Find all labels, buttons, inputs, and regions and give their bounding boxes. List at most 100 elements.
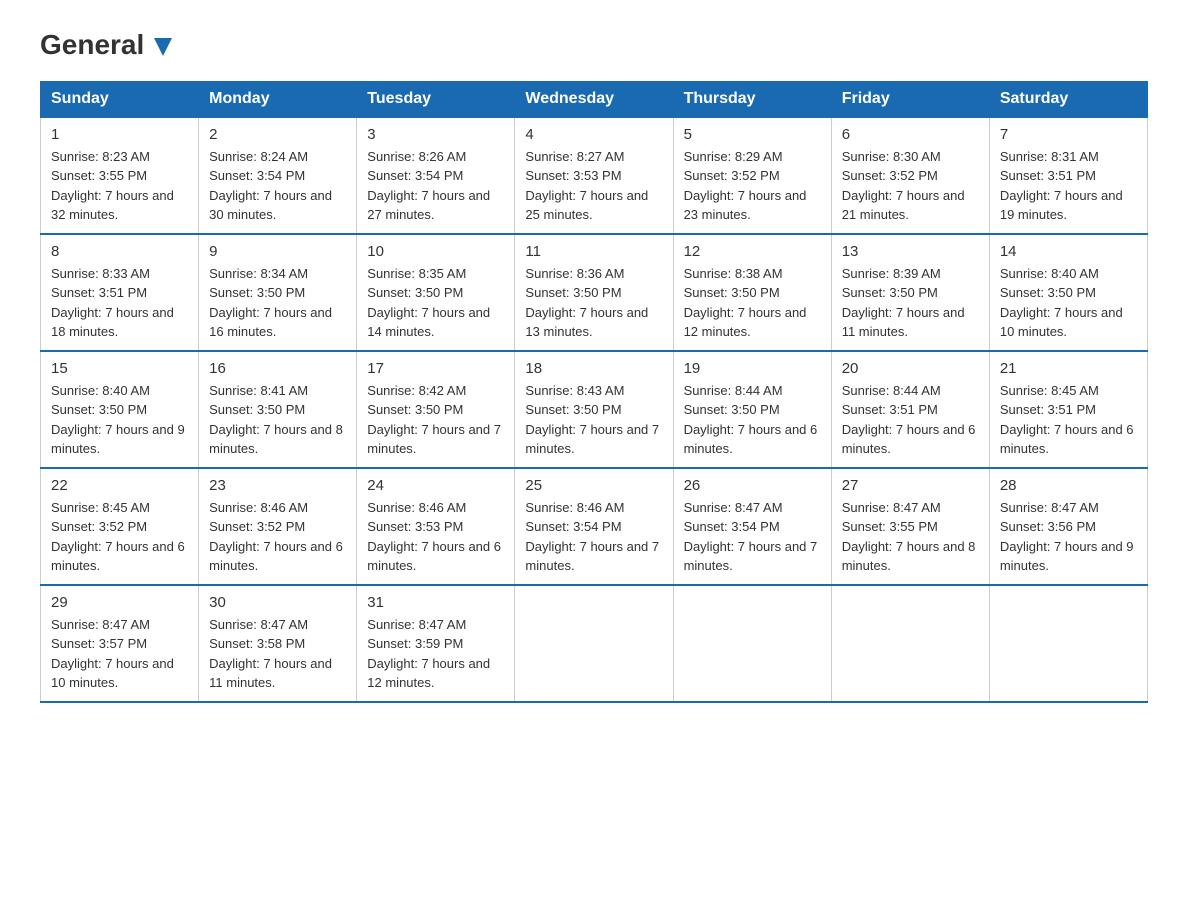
- day-info: Sunrise: 8:45 AM Sunset: 3:51 PM Dayligh…: [1000, 381, 1137, 459]
- day-info: Sunrise: 8:47 AM Sunset: 3:58 PM Dayligh…: [209, 615, 346, 693]
- day-number: 19: [684, 360, 821, 377]
- weekday-header-sunday: Sunday: [41, 81, 199, 117]
- calendar-cell: 15 Sunrise: 8:40 AM Sunset: 3:50 PM Dayl…: [41, 351, 199, 468]
- calendar-cell: 21 Sunrise: 8:45 AM Sunset: 3:51 PM Dayl…: [989, 351, 1147, 468]
- day-info: Sunrise: 8:29 AM Sunset: 3:52 PM Dayligh…: [684, 147, 821, 225]
- weekday-header-tuesday: Tuesday: [357, 81, 515, 117]
- day-number: 21: [1000, 360, 1137, 377]
- day-info: Sunrise: 8:46 AM Sunset: 3:52 PM Dayligh…: [209, 498, 346, 576]
- calendar-week-row: 29 Sunrise: 8:47 AM Sunset: 3:57 PM Dayl…: [41, 585, 1148, 702]
- day-info: Sunrise: 8:40 AM Sunset: 3:50 PM Dayligh…: [1000, 264, 1137, 342]
- day-number: 17: [367, 360, 504, 377]
- day-info: Sunrise: 8:39 AM Sunset: 3:50 PM Dayligh…: [842, 264, 979, 342]
- day-info: Sunrise: 8:26 AM Sunset: 3:54 PM Dayligh…: [367, 147, 504, 225]
- day-info: Sunrise: 8:23 AM Sunset: 3:55 PM Dayligh…: [51, 147, 188, 225]
- calendar-cell: 9 Sunrise: 8:34 AM Sunset: 3:50 PM Dayli…: [199, 234, 357, 351]
- calendar-header-row: SundayMondayTuesdayWednesdayThursdayFrid…: [41, 81, 1148, 117]
- day-info: Sunrise: 8:41 AM Sunset: 3:50 PM Dayligh…: [209, 381, 346, 459]
- day-info: Sunrise: 8:42 AM Sunset: 3:50 PM Dayligh…: [367, 381, 504, 459]
- day-info: Sunrise: 8:46 AM Sunset: 3:54 PM Dayligh…: [525, 498, 662, 576]
- calendar-cell: 10 Sunrise: 8:35 AM Sunset: 3:50 PM Dayl…: [357, 234, 515, 351]
- logo-text-general: General: [40, 30, 172, 61]
- day-info: Sunrise: 8:46 AM Sunset: 3:53 PM Dayligh…: [367, 498, 504, 576]
- day-number: 26: [684, 477, 821, 494]
- day-info: Sunrise: 8:24 AM Sunset: 3:54 PM Dayligh…: [209, 147, 346, 225]
- calendar-cell: 16 Sunrise: 8:41 AM Sunset: 3:50 PM Dayl…: [199, 351, 357, 468]
- day-info: Sunrise: 8:43 AM Sunset: 3:50 PM Dayligh…: [525, 381, 662, 459]
- day-number: 31: [367, 594, 504, 611]
- day-info: Sunrise: 8:45 AM Sunset: 3:52 PM Dayligh…: [51, 498, 188, 576]
- day-number: 9: [209, 243, 346, 260]
- calendar-cell: 8 Sunrise: 8:33 AM Sunset: 3:51 PM Dayli…: [41, 234, 199, 351]
- day-number: 30: [209, 594, 346, 611]
- day-info: Sunrise: 8:36 AM Sunset: 3:50 PM Dayligh…: [525, 264, 662, 342]
- day-info: Sunrise: 8:47 AM Sunset: 3:56 PM Dayligh…: [1000, 498, 1137, 576]
- day-info: Sunrise: 8:47 AM Sunset: 3:59 PM Dayligh…: [367, 615, 504, 693]
- day-number: 2: [209, 126, 346, 143]
- calendar-cell: 1 Sunrise: 8:23 AM Sunset: 3:55 PM Dayli…: [41, 117, 199, 234]
- day-info: Sunrise: 8:47 AM Sunset: 3:57 PM Dayligh…: [51, 615, 188, 693]
- calendar-cell: 30 Sunrise: 8:47 AM Sunset: 3:58 PM Dayl…: [199, 585, 357, 702]
- calendar-cell: 19 Sunrise: 8:44 AM Sunset: 3:50 PM Dayl…: [673, 351, 831, 468]
- calendar-cell: 4 Sunrise: 8:27 AM Sunset: 3:53 PM Dayli…: [515, 117, 673, 234]
- page-header: General: [40, 30, 1148, 61]
- calendar-table: SundayMondayTuesdayWednesdayThursdayFrid…: [40, 81, 1148, 703]
- calendar-cell: 2 Sunrise: 8:24 AM Sunset: 3:54 PM Dayli…: [199, 117, 357, 234]
- day-number: 4: [525, 126, 662, 143]
- calendar-week-row: 15 Sunrise: 8:40 AM Sunset: 3:50 PM Dayl…: [41, 351, 1148, 468]
- day-number: 16: [209, 360, 346, 377]
- day-number: 13: [842, 243, 979, 260]
- weekday-header-friday: Friday: [831, 81, 989, 117]
- day-info: Sunrise: 8:47 AM Sunset: 3:54 PM Dayligh…: [684, 498, 821, 576]
- day-number: 7: [1000, 126, 1137, 143]
- calendar-cell: 7 Sunrise: 8:31 AM Sunset: 3:51 PM Dayli…: [989, 117, 1147, 234]
- day-info: Sunrise: 8:38 AM Sunset: 3:50 PM Dayligh…: [684, 264, 821, 342]
- day-number: 15: [51, 360, 188, 377]
- calendar-cell: 28 Sunrise: 8:47 AM Sunset: 3:56 PM Dayl…: [989, 468, 1147, 585]
- calendar-cell: 20 Sunrise: 8:44 AM Sunset: 3:51 PM Dayl…: [831, 351, 989, 468]
- logo: General: [40, 30, 172, 61]
- calendar-cell: 11 Sunrise: 8:36 AM Sunset: 3:50 PM Dayl…: [515, 234, 673, 351]
- calendar-cell: 5 Sunrise: 8:29 AM Sunset: 3:52 PM Dayli…: [673, 117, 831, 234]
- day-number: 27: [842, 477, 979, 494]
- day-number: 10: [367, 243, 504, 260]
- calendar-cell: [673, 585, 831, 702]
- day-number: 24: [367, 477, 504, 494]
- day-number: 28: [1000, 477, 1137, 494]
- weekday-header-monday: Monday: [199, 81, 357, 117]
- day-number: 8: [51, 243, 188, 260]
- day-number: 23: [209, 477, 346, 494]
- day-number: 3: [367, 126, 504, 143]
- calendar-cell: 24 Sunrise: 8:46 AM Sunset: 3:53 PM Dayl…: [357, 468, 515, 585]
- day-number: 18: [525, 360, 662, 377]
- day-number: 22: [51, 477, 188, 494]
- day-number: 1: [51, 126, 188, 143]
- calendar-cell: 12 Sunrise: 8:38 AM Sunset: 3:50 PM Dayl…: [673, 234, 831, 351]
- calendar-cell: 25 Sunrise: 8:46 AM Sunset: 3:54 PM Dayl…: [515, 468, 673, 585]
- calendar-cell: 6 Sunrise: 8:30 AM Sunset: 3:52 PM Dayli…: [831, 117, 989, 234]
- calendar-week-row: 1 Sunrise: 8:23 AM Sunset: 3:55 PM Dayli…: [41, 117, 1148, 234]
- day-info: Sunrise: 8:30 AM Sunset: 3:52 PM Dayligh…: [842, 147, 979, 225]
- calendar-week-row: 8 Sunrise: 8:33 AM Sunset: 3:51 PM Dayli…: [41, 234, 1148, 351]
- day-info: Sunrise: 8:44 AM Sunset: 3:50 PM Dayligh…: [684, 381, 821, 459]
- calendar-cell: 26 Sunrise: 8:47 AM Sunset: 3:54 PM Dayl…: [673, 468, 831, 585]
- calendar-week-row: 22 Sunrise: 8:45 AM Sunset: 3:52 PM Dayl…: [41, 468, 1148, 585]
- calendar-cell: [989, 585, 1147, 702]
- day-number: 12: [684, 243, 821, 260]
- calendar-cell: 13 Sunrise: 8:39 AM Sunset: 3:50 PM Dayl…: [831, 234, 989, 351]
- weekday-header-thursday: Thursday: [673, 81, 831, 117]
- calendar-cell: 31 Sunrise: 8:47 AM Sunset: 3:59 PM Dayl…: [357, 585, 515, 702]
- calendar-cell: 22 Sunrise: 8:45 AM Sunset: 3:52 PM Dayl…: [41, 468, 199, 585]
- calendar-cell: [831, 585, 989, 702]
- day-info: Sunrise: 8:44 AM Sunset: 3:51 PM Dayligh…: [842, 381, 979, 459]
- day-info: Sunrise: 8:31 AM Sunset: 3:51 PM Dayligh…: [1000, 147, 1137, 225]
- calendar-cell: 27 Sunrise: 8:47 AM Sunset: 3:55 PM Dayl…: [831, 468, 989, 585]
- weekday-header-saturday: Saturday: [989, 81, 1147, 117]
- day-number: 14: [1000, 243, 1137, 260]
- calendar-cell: [515, 585, 673, 702]
- logo-arrow-icon: [154, 38, 172, 56]
- calendar-cell: 17 Sunrise: 8:42 AM Sunset: 3:50 PM Dayl…: [357, 351, 515, 468]
- day-number: 11: [525, 243, 662, 260]
- day-number: 29: [51, 594, 188, 611]
- day-number: 25: [525, 477, 662, 494]
